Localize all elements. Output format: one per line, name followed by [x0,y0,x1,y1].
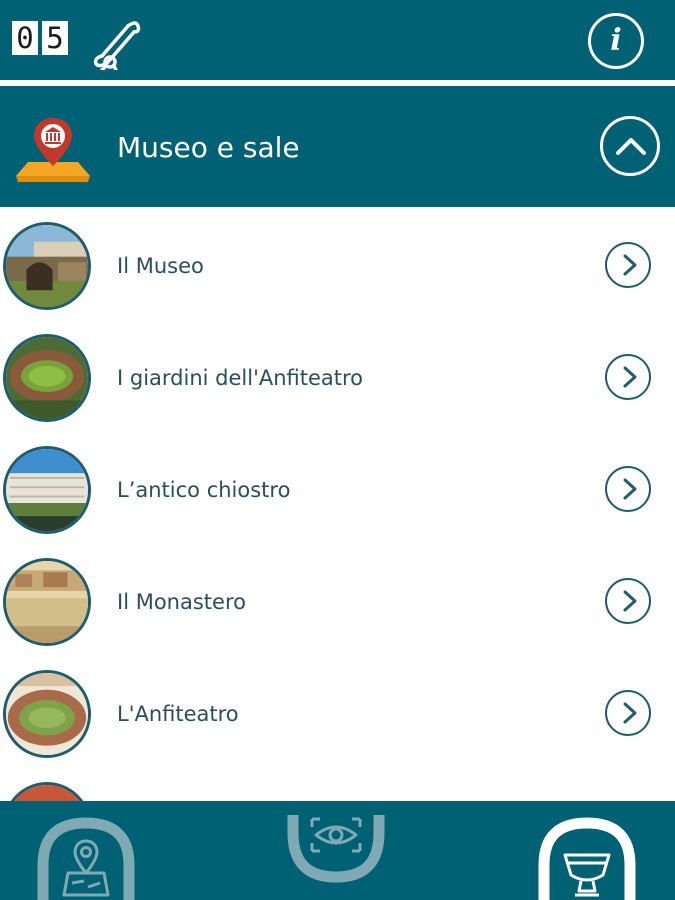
museum-location-icon [14,114,92,186]
vase-icon [538,817,636,900]
thumbnail [3,446,91,534]
list-item[interactable]: L'Anfiteatro [0,655,675,767]
scroll-icon[interactable] [88,12,146,72]
list-item[interactable]: L’antico chiostro [0,431,675,543]
chevron-right-icon [623,478,637,500]
nav-view-button[interactable] [286,815,386,900]
info-button[interactable]: i [588,13,644,69]
counter: 0 5 [12,21,68,55]
eye-icon [287,815,385,883]
item-arrow-button[interactable] [605,354,651,400]
section-title: Museo e sale [117,131,300,164]
room-list[interactable]: Il Museo I giardini dell'Anfiteatro L’an… [0,207,675,801]
list-item[interactable] [0,767,675,801]
list-item-label: Il Museo [117,254,204,278]
item-arrow-button[interactable] [605,690,651,736]
counter-digit: 0 [12,21,38,55]
item-arrow-button[interactable] [605,578,651,624]
list-item-label: I giardini dell'Anfiteatro [117,366,364,390]
thumbnail [3,222,91,310]
map-location-icon [37,817,135,900]
list-item-label: L’antico chiostro [117,478,291,502]
nav-museum-button[interactable] [537,815,637,900]
item-arrow-button[interactable] [605,242,651,288]
chevron-right-icon [623,366,637,388]
thumbnail [3,782,91,801]
thumbnail [3,558,91,646]
list-item[interactable]: Il Monastero [0,543,675,655]
list-item-label: Il Monastero [117,590,246,614]
thumbnail [3,334,91,422]
list-item-label: L'Anfiteatro [117,702,239,726]
counter-digit: 5 [42,21,68,55]
thumbnail [3,670,91,758]
list-item[interactable]: I giardini dell'Anfiteatro [0,319,675,431]
bottom-navigation [0,801,675,900]
item-arrow-button[interactable] [605,466,651,512]
top-bar: 0 5 i [0,0,675,80]
collapse-button[interactable] [600,116,660,176]
nav-map-button[interactable] [36,815,136,900]
chevron-right-icon [623,702,637,724]
section-header[interactable]: Museo e sale [0,86,675,207]
chevron-up-icon [616,138,646,155]
chevron-right-icon [623,254,637,276]
chevron-right-icon [623,590,637,612]
list-item[interactable]: Il Museo [0,207,675,319]
